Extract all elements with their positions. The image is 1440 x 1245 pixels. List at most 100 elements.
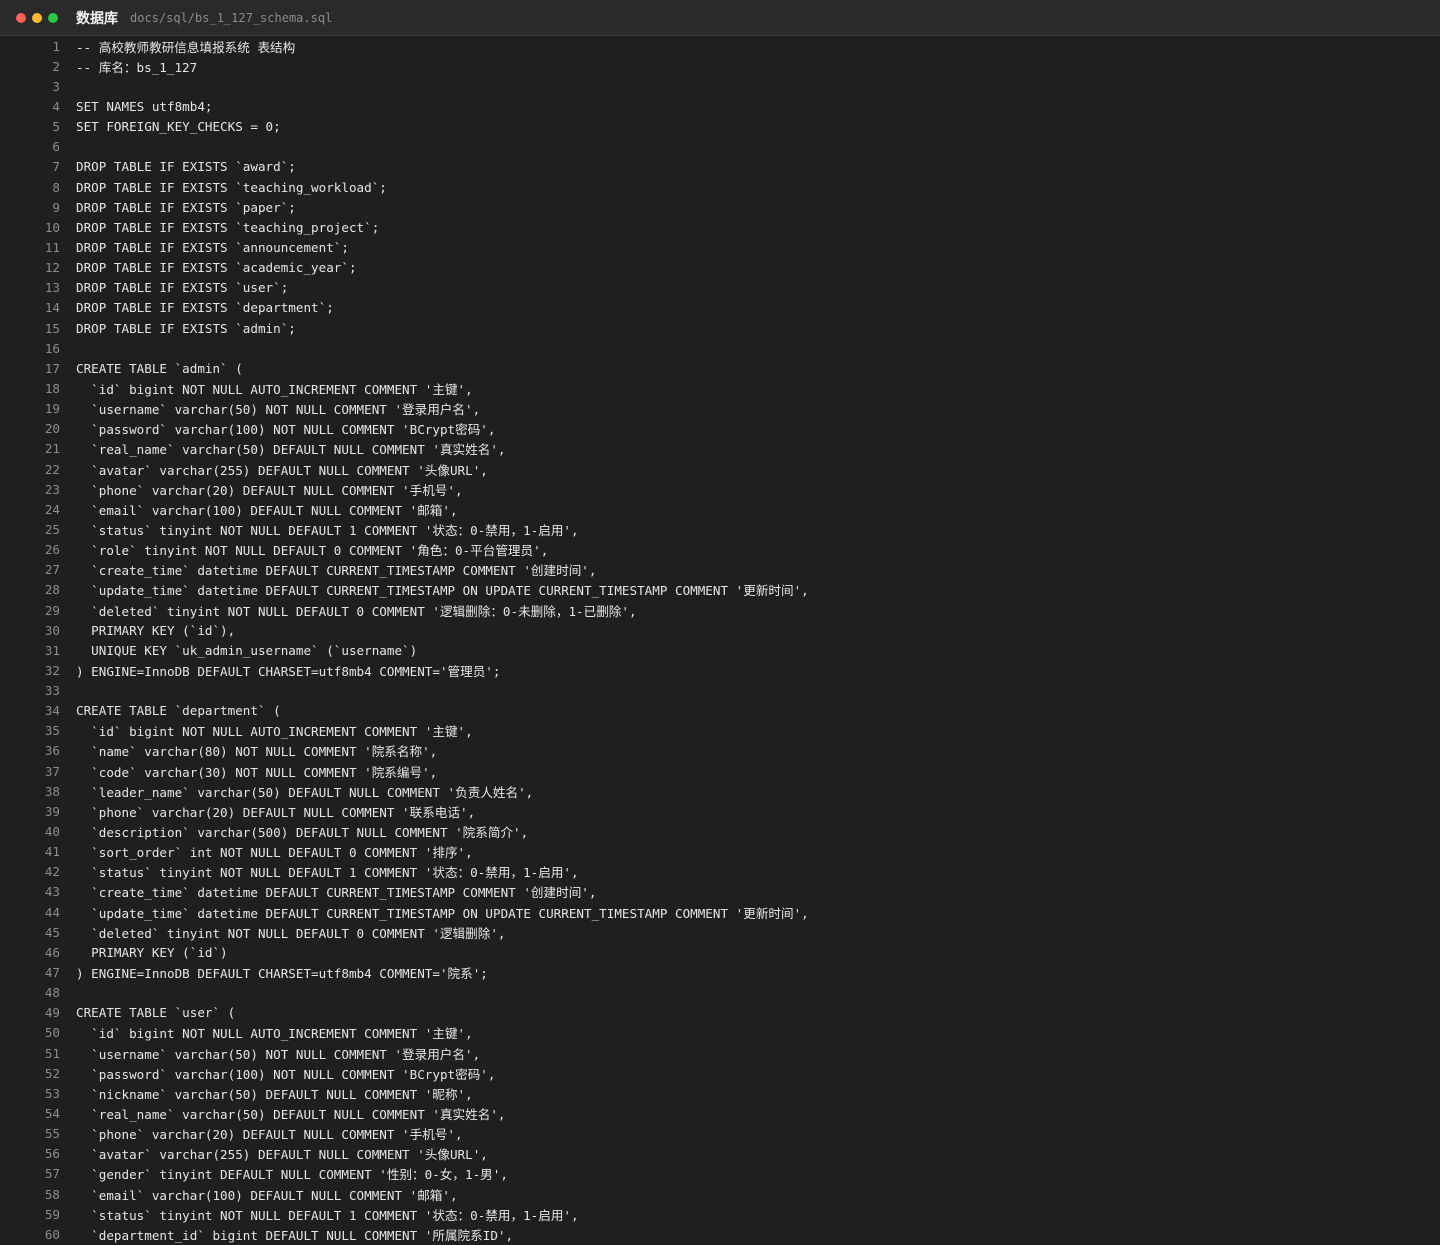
code-line[interactable]: 52 `password` varchar(100) NOT NULL COMM… (0, 1063, 1440, 1083)
code-line[interactable]: 56 `avatar` varchar(255) DEFAULT NULL CO… (0, 1144, 1440, 1164)
code-line[interactable]: 26 `role` tinyint NOT NULL DEFAULT 0 COM… (0, 540, 1440, 560)
code-line[interactable]: 25 `status` tinyint NOT NULL DEFAULT 1 C… (0, 519, 1440, 539)
code-line[interactable]: 4 SET NAMES utf8mb4; (0, 96, 1440, 116)
code-line[interactable]: 17 CREATE TABLE `admin` ( (0, 358, 1440, 378)
code-line[interactable]: 24 `email` varchar(100) DEFAULT NULL COM… (0, 499, 1440, 519)
code-line[interactable]: 16 (0, 338, 1440, 358)
code-text: `id` bigint NOT NULL AUTO_INCREMENT COMM… (76, 381, 473, 397)
line-number: 54 (44, 1106, 60, 1122)
code-line[interactable]: 50 `id` bigint NOT NULL AUTO_INCREMENT C… (0, 1023, 1440, 1043)
code-line[interactable]: 34 CREATE TABLE `department` ( (0, 701, 1440, 721)
code-line[interactable]: 43 `create_time` datetime DEFAULT CURREN… (0, 882, 1440, 902)
code-line[interactable]: 27 `create_time` datetime DEFAULT CURREN… (0, 560, 1440, 580)
file-path: docs/sql/bs_1_127_schema.sql (130, 10, 333, 25)
code-line[interactable]: 15 DROP TABLE IF EXISTS `admin`; (0, 318, 1440, 338)
code-text: CREATE TABLE `admin` ( (76, 360, 243, 376)
code-line[interactable]: 39 `phone` varchar(20) DEFAULT NULL COMM… (0, 801, 1440, 821)
code-text: -- 库名：bs_1_127 (76, 59, 198, 75)
code-text: `sort_order` int NOT NULL DEFAULT 0 COMM… (76, 845, 473, 861)
line-number: 15 (44, 320, 60, 336)
code-line[interactable]: 49 CREATE TABLE `user` ( (0, 1003, 1440, 1023)
line-number: 13 (44, 280, 60, 296)
code-line[interactable]: 55 `phone` varchar(20) DEFAULT NULL COMM… (0, 1124, 1440, 1144)
code-line[interactable]: 7 DROP TABLE IF EXISTS `award`; (0, 157, 1440, 177)
code-text: `status` tinyint NOT NULL DEFAULT 1 COMM… (76, 1207, 579, 1223)
code-text: `id` bigint NOT NULL AUTO_INCREMENT COMM… (76, 1026, 473, 1042)
line-number: 12 (44, 260, 60, 276)
code-line[interactable]: 36 `name` varchar(80) NOT NULL COMMENT '… (0, 741, 1440, 761)
code-line[interactable]: 51 `username` varchar(50) NOT NULL COMME… (0, 1043, 1440, 1063)
line-number: 60 (44, 1226, 60, 1242)
code-line[interactable]: 38 `leader_name` varchar(50) DEFAULT NUL… (0, 781, 1440, 801)
code-line[interactable]: 13 DROP TABLE IF EXISTS `user`; (0, 278, 1440, 298)
code-line[interactable]: 40 `description` varchar(500) DEFAULT NU… (0, 821, 1440, 841)
code-line[interactable]: 1 -- 高校教师教研信息填报系统 表结构 (0, 36, 1440, 56)
code-line[interactable]: 45 `deleted` tinyint NOT NULL DEFAULT 0 … (0, 922, 1440, 942)
line-number: 6 (52, 139, 60, 155)
line-number: 29 (44, 602, 60, 618)
code-line[interactable]: 42 `status` tinyint NOT NULL DEFAULT 1 C… (0, 862, 1440, 882)
code-text: CREATE TABLE `department` ( (76, 703, 281, 719)
code-line[interactable]: 3 (0, 76, 1440, 96)
line-number: 9 (52, 199, 60, 215)
code-line[interactable]: 59 `status` tinyint NOT NULL DEFAULT 1 C… (0, 1204, 1440, 1224)
code-line[interactable]: 37 `code` varchar(30) NOT NULL COMMENT '… (0, 761, 1440, 781)
line-number: 24 (44, 501, 60, 517)
code-text: `status` tinyint NOT NULL DEFAULT 1 COMM… (76, 522, 579, 538)
code-line[interactable]: 11 DROP TABLE IF EXISTS `announcement`; (0, 237, 1440, 257)
line-number: 3 (52, 78, 60, 94)
code-text: -- 高校教师教研信息填报系统 表结构 (76, 39, 296, 55)
code-line[interactable]: 31 UNIQUE KEY `uk_admin_username` (`user… (0, 640, 1440, 660)
code-line[interactable]: 30 PRIMARY KEY (`id`), (0, 620, 1440, 640)
line-number: 55 (44, 1126, 60, 1142)
code-line[interactable]: 12 DROP TABLE IF EXISTS `academic_year`; (0, 258, 1440, 278)
code-line[interactable]: 2 -- 库名：bs_1_127 (0, 56, 1440, 76)
code-line[interactable]: 32) ENGINE=InnoDB DEFAULT CHARSET=utf8mb… (0, 660, 1440, 680)
code-text: `leader_name` varchar(50) DEFAULT NULL C… (76, 784, 534, 800)
code-line[interactable]: 53 `nickname` varchar(50) DEFAULT NULL C… (0, 1083, 1440, 1103)
code-editor[interactable]: 1 -- 高校教师教研信息填报系统 表结构 2 -- 库名：bs_1_127 3 4 SET… (0, 36, 1440, 1244)
line-number: 10 (44, 219, 60, 235)
code-line[interactable]: 35 `id` bigint NOT NULL AUTO_INCREMENT C… (0, 721, 1440, 741)
code-line[interactable]: 44 `update_time` datetime DEFAULT CURREN… (0, 902, 1440, 922)
code-line[interactable]: 21 `real_name` varchar(50) DEFAULT NULL … (0, 439, 1440, 459)
code-line[interactable]: 9 DROP TABLE IF EXISTS `paper`; (0, 197, 1440, 217)
line-number: 38 (44, 783, 60, 799)
code-text: DROP TABLE IF EXISTS `award`; (76, 159, 296, 175)
line-number: 26 (44, 542, 60, 558)
close-window-button[interactable] (16, 12, 26, 23)
code-text: `username` varchar(50) NOT NULL COMMENT … (76, 1046, 481, 1062)
code-line[interactable]: 14 DROP TABLE IF EXISTS `department`; (0, 298, 1440, 318)
code-line[interactable]: 5 SET FOREIGN_KEY_CHECKS = 0; (0, 117, 1440, 137)
code-line[interactable]: 23 `phone` varchar(20) DEFAULT NULL COMM… (0, 479, 1440, 499)
code-line[interactable]: 8 DROP TABLE IF EXISTS `teaching_workload… (0, 177, 1440, 197)
code-line[interactable]: 58 `email` varchar(100) DEFAULT NULL COM… (0, 1184, 1440, 1204)
code-line[interactable]: 28 `update_time` datetime DEFAULT CURREN… (0, 580, 1440, 600)
code-text: SET FOREIGN_KEY_CHECKS = 0; (76, 119, 281, 135)
code-line[interactable]: 6 (0, 137, 1440, 157)
line-number: 21 (44, 441, 60, 457)
code-line[interactable]: 10 DROP TABLE IF EXISTS `teaching_project… (0, 217, 1440, 237)
code-line[interactable]: 19 `username` varchar(50) NOT NULL COMME… (0, 399, 1440, 419)
zoom-window-button[interactable] (48, 12, 58, 23)
minimize-window-button[interactable] (32, 12, 42, 23)
code-line[interactable]: 60 `department_id` bigint DEFAULT NULL C… (0, 1224, 1440, 1244)
line-number: 11 (44, 239, 60, 255)
code-line[interactable]: 33 (0, 681, 1440, 701)
code-line[interactable]: 20 `password` varchar(100) NOT NULL COMM… (0, 419, 1440, 439)
code-line[interactable]: 22 `avatar` varchar(255) DEFAULT NULL CO… (0, 459, 1440, 479)
line-number: 17 (44, 360, 60, 376)
code-text: `phone` varchar(20) DEFAULT NULL COMMENT… (76, 482, 463, 498)
code-line[interactable]: 47) ENGINE=InnoDB DEFAULT CHARSET=utf8mb… (0, 962, 1440, 982)
line-number: 46 (44, 944, 60, 960)
code-line[interactable]: 29 `deleted` tinyint NOT NULL DEFAULT 0 … (0, 600, 1440, 620)
code-line[interactable]: 46 PRIMARY KEY (`id`) (0, 942, 1440, 962)
code-text: `password` varchar(100) NOT NULL COMMENT… (76, 422, 496, 438)
code-line[interactable]: 57 `gender` tinyint DEFAULT NULL COMMENT… (0, 1164, 1440, 1184)
code-line[interactable]: 54 `real_name` varchar(50) DEFAULT NULL … (0, 1103, 1440, 1123)
line-number: 5 (52, 119, 60, 135)
code-line[interactable]: 18 `id` bigint NOT NULL AUTO_INCREMENT C… (0, 378, 1440, 398)
code-line[interactable]: 48 (0, 983, 1440, 1003)
line-number: 47 (44, 965, 60, 981)
code-line[interactable]: 41 `sort_order` int NOT NULL DEFAULT 0 C… (0, 842, 1440, 862)
